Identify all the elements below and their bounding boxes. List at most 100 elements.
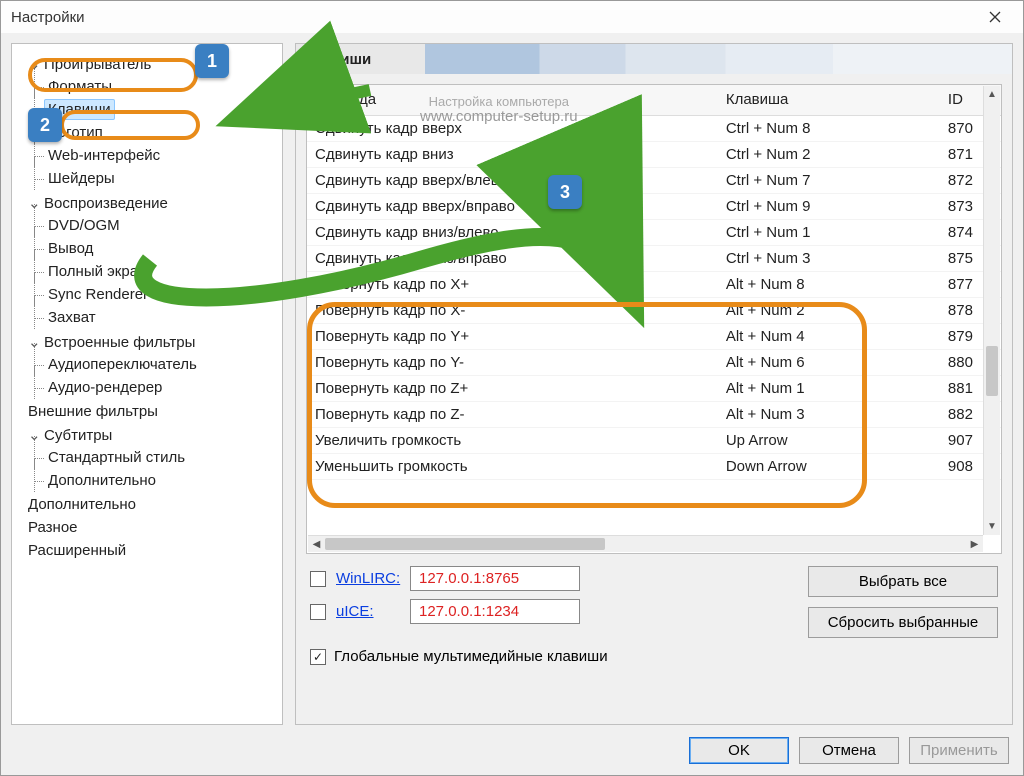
tree-item-capture[interactable]: Захват bbox=[44, 307, 100, 328]
table-row[interactable]: Увеличить громкостьUp Arrow907 bbox=[307, 427, 1001, 453]
section-header: Клавиши bbox=[296, 44, 1012, 74]
cell-command: Сдвинуть кадр вниз/влево bbox=[307, 219, 718, 245]
nav-tree[interactable]: ⌄ Проигрыватель Форматы Клавиши Логотип … bbox=[11, 43, 283, 725]
tree-item-player[interactable]: ⌄ Проигрыватель bbox=[24, 53, 155, 75]
tree-label: Проигрыватель bbox=[44, 56, 151, 73]
tree-item-audio-switcher[interactable]: Аудиопереключатель bbox=[44, 354, 201, 375]
close-icon bbox=[989, 11, 1001, 23]
col-command[interactable]: Команда bbox=[307, 85, 718, 115]
cell-key: Ctrl + Num 9 bbox=[718, 193, 940, 219]
global-media-keys-label: Глобальные мультимедийные клавиши bbox=[334, 648, 608, 665]
table-row[interactable]: Повернуть кадр по Y+Alt + Num 4879 bbox=[307, 323, 1001, 349]
cell-command: Повернуть кадр по Z- bbox=[307, 401, 718, 427]
tree-item-audio-renderer[interactable]: Аудио-рендерер bbox=[44, 377, 166, 398]
cell-command: Повернуть кадр по Y+ bbox=[307, 323, 718, 349]
cell-command: Повернуть кадр по Z+ bbox=[307, 375, 718, 401]
uice-link[interactable]: uICE: bbox=[336, 603, 400, 620]
cell-command: Сдвинуть кадр вверх/влево bbox=[307, 167, 718, 193]
tree-item-logo[interactable]: Логотип bbox=[44, 122, 107, 143]
table-row[interactable]: Уменьшить громкостьDown Arrow908 bbox=[307, 453, 1001, 479]
cell-key: Ctrl + Num 2 bbox=[718, 141, 940, 167]
cell-key: Alt + Num 2 bbox=[718, 297, 940, 323]
tree-item-output[interactable]: Вывод bbox=[44, 238, 97, 259]
ok-button[interactable]: OK bbox=[689, 737, 789, 764]
tree-item-tweaks[interactable]: Разное bbox=[24, 517, 82, 538]
tree-item-keys[interactable]: Клавиши bbox=[44, 99, 115, 120]
tree-item-misc[interactable]: Дополнительно bbox=[24, 494, 140, 515]
cell-command: Сдвинуть кадр вверх bbox=[307, 115, 718, 141]
tree-item-fullscreen[interactable]: Полный экран bbox=[44, 261, 150, 282]
tree-item-web[interactable]: Web-интерфейс bbox=[44, 145, 164, 166]
tree-item-advanced[interactable]: Расширенный bbox=[24, 540, 130, 561]
tree-item-external-filters[interactable]: Внешние фильтры bbox=[24, 401, 162, 422]
keys-grid[interactable]: Команда Клавиша ID Сдвинуть кадр вверхCt… bbox=[306, 84, 1002, 554]
window-title: Настройки bbox=[11, 9, 975, 26]
table-row[interactable]: Повернуть кадр по X-Alt + Num 2878 bbox=[307, 297, 1001, 323]
cancel-button[interactable]: Отмена bbox=[799, 737, 899, 764]
scroll-left-icon[interactable]: ◀ bbox=[308, 536, 325, 553]
tree-item-formats[interactable]: Форматы bbox=[44, 76, 116, 97]
cell-key: Ctrl + Num 7 bbox=[718, 167, 940, 193]
table-row[interactable]: Сдвинуть кадр вниз/вправоCtrl + Num 3875 bbox=[307, 245, 1001, 271]
cell-command: Повернуть кадр по X+ bbox=[307, 271, 718, 297]
cell-command: Повернуть кадр по X- bbox=[307, 297, 718, 323]
table-row[interactable]: Повернуть кадр по Y-Alt + Num 6880 bbox=[307, 349, 1001, 375]
col-key[interactable]: Клавиша bbox=[718, 85, 940, 115]
uice-row: uICE: 127.0.0.1:1234 bbox=[310, 599, 580, 624]
uice-checkbox[interactable] bbox=[310, 604, 326, 620]
cell-command: Повернуть кадр по Y- bbox=[307, 349, 718, 375]
winlirc-address-input[interactable]: 127.0.0.1:8765 bbox=[410, 566, 580, 591]
tree-item-dvd[interactable]: DVD/OGM bbox=[44, 215, 124, 236]
table-row[interactable]: Повернуть кадр по Z+Alt + Num 1881 bbox=[307, 375, 1001, 401]
scroll-right-icon[interactable]: ▶ bbox=[966, 536, 983, 553]
table-row[interactable]: Сдвинуть кадр внизCtrl + Num 2871 bbox=[307, 141, 1001, 167]
cell-command: Сдвинуть кадр вниз/вправо bbox=[307, 245, 718, 271]
cell-key: Alt + Num 3 bbox=[718, 401, 940, 427]
uice-address-input[interactable]: 127.0.0.1:1234 bbox=[410, 599, 580, 624]
scroll-down-icon[interactable]: ▼ bbox=[984, 518, 1000, 535]
scroll-up-icon[interactable]: ▲ bbox=[984, 86, 1000, 103]
global-media-keys-checkbox[interactable]: ✓ bbox=[310, 649, 326, 665]
winlirc-link[interactable]: WinLIRC: bbox=[336, 570, 400, 587]
table-row[interactable]: Сдвинуть кадр вверх/влевоCtrl + Num 7872 bbox=[307, 167, 1001, 193]
cell-key: Up Arrow bbox=[718, 427, 940, 453]
table-row[interactable]: Повернуть кадр по X+Alt + Num 8877 bbox=[307, 271, 1001, 297]
cell-key: Alt + Num 1 bbox=[718, 375, 940, 401]
vertical-scrollbar[interactable]: ▲ ▼ bbox=[983, 86, 1000, 535]
tree-item-sub-default[interactable]: Стандартный стиль bbox=[44, 447, 189, 468]
tree-item-internal-filters[interactable]: ⌄ Встроенные фильтры bbox=[24, 331, 199, 353]
winlirc-checkbox[interactable] bbox=[310, 571, 326, 587]
cell-key: Alt + Num 6 bbox=[718, 349, 940, 375]
scroll-thumb[interactable] bbox=[986, 346, 998, 396]
tree-item-playback[interactable]: ⌄ Воспроизведение bbox=[24, 192, 172, 214]
cell-command: Сдвинуть кадр вверх/вправо bbox=[307, 193, 718, 219]
horizontal-scrollbar[interactable]: ◀ ▶ bbox=[308, 535, 983, 552]
table-row[interactable]: Сдвинуть кадр вверхCtrl + Num 8870 bbox=[307, 115, 1001, 141]
cell-command: Сдвинуть кадр вниз bbox=[307, 141, 718, 167]
cell-command: Уменьшить громкость bbox=[307, 453, 718, 479]
scroll-thumb[interactable] bbox=[325, 538, 605, 550]
tree-item-sub-misc[interactable]: Дополнительно bbox=[44, 470, 160, 491]
reset-selected-button[interactable]: Сбросить выбранные bbox=[808, 607, 998, 638]
cell-key: Ctrl + Num 3 bbox=[718, 245, 940, 271]
close-button[interactable] bbox=[975, 3, 1015, 31]
grid-header-row: Команда Клавиша ID bbox=[307, 85, 1001, 115]
table-row[interactable]: Повернуть кадр по Z-Alt + Num 3882 bbox=[307, 401, 1001, 427]
cell-key: Ctrl + Num 1 bbox=[718, 219, 940, 245]
tree-item-subtitles[interactable]: ⌄ Субтитры bbox=[24, 424, 116, 446]
cell-key: Down Arrow bbox=[718, 453, 940, 479]
cell-key: Alt + Num 8 bbox=[718, 271, 940, 297]
keys-panel: Клавиши Команда Клавиша ID Сдвинуть кадр… bbox=[295, 43, 1013, 725]
cell-command: Увеличить громкость bbox=[307, 427, 718, 453]
dialog-button-bar: OK Отмена Применить bbox=[1, 725, 1023, 775]
apply-button[interactable]: Применить bbox=[909, 737, 1009, 764]
table-row[interactable]: Сдвинуть кадр вверх/вправоCtrl + Num 987… bbox=[307, 193, 1001, 219]
cell-key: Alt + Num 4 bbox=[718, 323, 940, 349]
table-row[interactable]: Сдвинуть кадр вниз/влевоCtrl + Num 1874 bbox=[307, 219, 1001, 245]
titlebar: Настройки bbox=[1, 1, 1023, 33]
select-all-button[interactable]: Выбрать все bbox=[808, 566, 998, 597]
cell-key: Ctrl + Num 8 bbox=[718, 115, 940, 141]
tree-item-shaders[interactable]: Шейдеры bbox=[44, 168, 119, 189]
settings-dialog: Настройки ⌄ Проигрыватель Форматы Клавиш… bbox=[0, 0, 1024, 776]
tree-item-syncrenderer[interactable]: Sync Renderer bbox=[44, 284, 152, 305]
